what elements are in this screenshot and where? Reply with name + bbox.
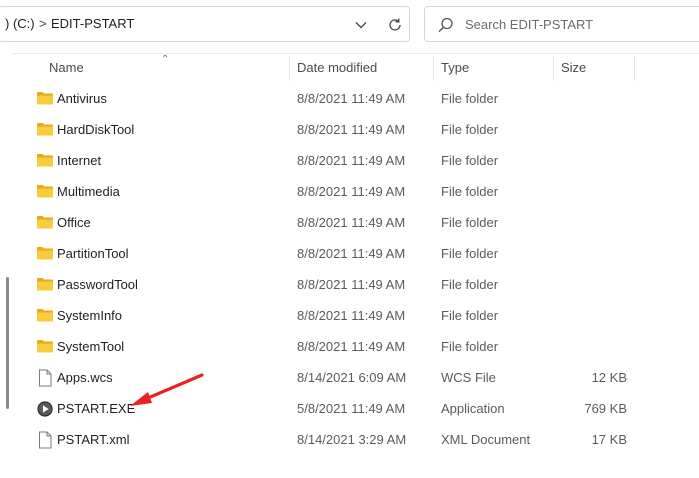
folder-icon (36, 183, 54, 199)
toolbar: ) (C:) > EDIT-PSTART Search EDIT-PSTART (0, 0, 699, 54)
file-row[interactable]: Antivirus 8/8/2021 11:49 AM File folder (0, 83, 699, 114)
column-divider[interactable] (289, 55, 290, 81)
folder-icon (36, 152, 54, 168)
file-size: 17 KB (591, 432, 627, 447)
breadcrumb-folder[interactable]: EDIT-PSTART (51, 16, 134, 31)
refresh-button[interactable] (385, 15, 405, 35)
file-name: SystemTool (57, 339, 125, 354)
file-type: WCS File (441, 370, 496, 385)
file-row[interactable]: Apps.wcs 8/14/2021 6:09 AM WCS File 12 KB (0, 362, 699, 393)
file-row[interactable]: PasswordTool 8/8/2021 11:49 AM File folder (0, 269, 699, 300)
file-row[interactable]: Office 8/8/2021 11:49 AM File folder (0, 207, 699, 238)
file-date-modified: 8/8/2021 11:49 AM (297, 91, 406, 106)
file-type: XML Document (441, 432, 531, 447)
file-row[interactable]: Multimedia 8/8/2021 11:49 AM File folder (0, 176, 699, 207)
file-row[interactable]: HardDiskTool 8/8/2021 11:49 AM File folder (0, 114, 699, 145)
file-name: Apps.wcs (57, 370, 113, 385)
folder-icon (36, 245, 54, 261)
chevron-down-icon (355, 22, 367, 29)
file-size: 12 KB (591, 370, 627, 385)
file-row[interactable]: PSTART.EXE 5/8/2021 11:49 AM Application 76… (0, 393, 699, 424)
folder-icon (36, 307, 54, 323)
file-size: 769 KB (584, 401, 627, 416)
file-date-modified: 8/8/2021 11:49 AM (297, 308, 406, 323)
file-name: SystemInfo (57, 308, 123, 323)
file-date-modified: 8/14/2021 3:29 AM (297, 432, 407, 447)
file-name: PasswordTool (57, 277, 138, 292)
file-name: Antivirus (57, 91, 107, 106)
column-header-size[interactable]: Size (561, 60, 586, 75)
folder-icon (36, 121, 54, 137)
file-type: File folder (441, 122, 499, 137)
search-icon (438, 17, 453, 33)
file-name: PartitionTool (57, 246, 129, 261)
file-name: PSTART.xml (57, 432, 130, 447)
file-name: Multimedia (57, 184, 120, 199)
column-header-name[interactable]: Name (49, 60, 84, 75)
file-name: Office (57, 215, 91, 230)
file-date-modified: 8/14/2021 6:09 AM (297, 370, 407, 385)
file-date-modified: 8/8/2021 11:49 AM (297, 246, 406, 261)
address-bar[interactable]: ) (C:) > EDIT-PSTART (0, 6, 410, 42)
file-date-modified: 8/8/2021 11:49 AM (297, 339, 406, 354)
file-type: File folder (441, 184, 499, 199)
annotation-arrow (130, 373, 204, 406)
file-type: File folder (441, 153, 499, 168)
file-row[interactable]: Internet 8/8/2021 11:49 AM File folder (0, 145, 699, 176)
folder-icon (36, 276, 54, 292)
file-row[interactable]: SystemTool 8/8/2021 11:49 AM File folder (0, 331, 699, 362)
file-type: Application (441, 401, 505, 416)
folder-icon (36, 338, 54, 354)
sort-ascending-icon: ⌃ (161, 54, 170, 65)
file-row[interactable]: PSTART.xml 8/14/2021 3:29 AM XML Document 1… (0, 424, 699, 455)
file-date-modified: 8/8/2021 11:49 AM (297, 153, 406, 168)
breadcrumb-drive[interactable]: ) (C:) (5, 16, 35, 31)
play-app-icon (36, 400, 54, 417)
search-placeholder[interactable]: Search EDIT-PSTART (465, 17, 593, 32)
folder-icon (36, 214, 54, 230)
file-type: File folder (441, 91, 499, 106)
column-divider[interactable] (553, 55, 554, 81)
file-name: HardDiskTool (57, 122, 135, 137)
file-type: File folder (441, 308, 499, 323)
search-input[interactable]: Search EDIT-PSTART (424, 6, 699, 42)
column-header-date[interactable]: Date modified (297, 60, 377, 75)
address-dropdown-button[interactable] (351, 15, 371, 35)
document-icon (36, 369, 54, 387)
file-type: File folder (441, 277, 499, 292)
file-date-modified: 8/8/2021 11:49 AM (297, 184, 406, 199)
file-row[interactable]: PartitionTool 8/8/2021 11:49 AM File folde… (0, 238, 699, 269)
file-date-modified: 8/8/2021 11:49 AM (297, 277, 406, 292)
file-type: File folder (441, 215, 499, 230)
folder-icon (36, 90, 54, 106)
refresh-icon (389, 18, 401, 31)
file-type: File folder (441, 339, 499, 354)
file-date-modified: 8/8/2021 11:49 AM (297, 215, 406, 230)
breadcrumb-separator[interactable]: > (39, 16, 47, 31)
file-date-modified: 5/8/2021 11:49 AM (297, 401, 406, 416)
document-icon (36, 431, 54, 449)
column-divider[interactable] (634, 55, 635, 81)
file-type: File folder (441, 246, 499, 261)
column-header-type[interactable]: Type (441, 60, 469, 75)
file-date-modified: 8/8/2021 11:49 AM (297, 122, 406, 137)
column-header: ⌃ Name Date modified Type Size (0, 53, 699, 83)
file-name: Internet (57, 153, 102, 168)
column-divider[interactable] (433, 55, 434, 81)
file-row[interactable]: SystemInfo 8/8/2021 11:49 AM File folder (0, 300, 699, 331)
